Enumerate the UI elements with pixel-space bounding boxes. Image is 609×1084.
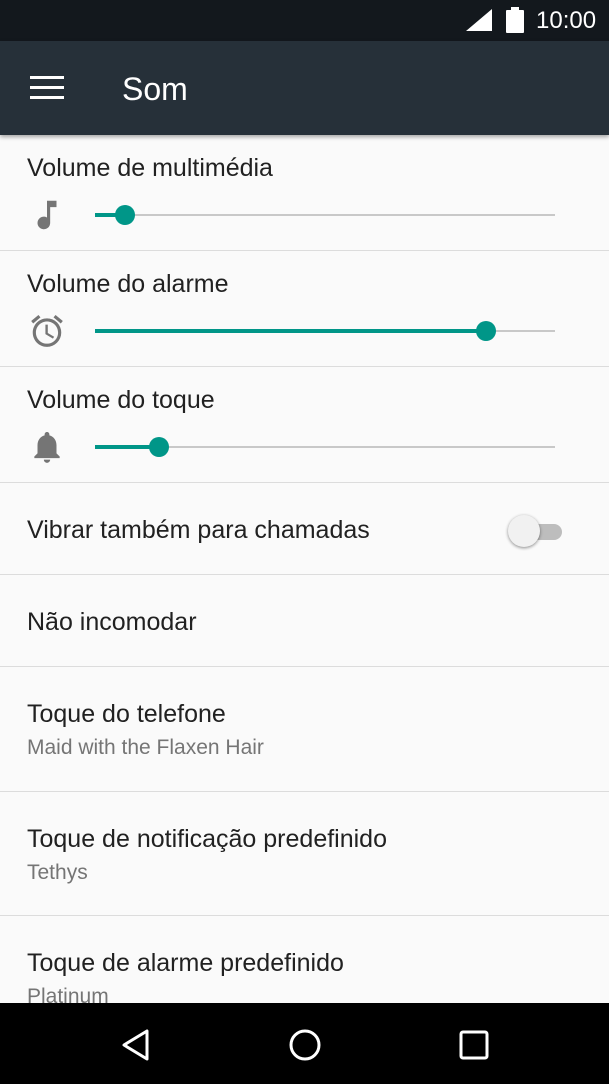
back-icon[interactable] xyxy=(114,1023,158,1067)
alarm-sound-row[interactable]: Toque de alarme predefinido Platinum xyxy=(0,916,609,1003)
notification-sound-value: Tethys xyxy=(27,861,88,884)
recents-icon[interactable] xyxy=(452,1023,496,1067)
slider-fill xyxy=(95,329,486,333)
settings-list: Volume de multimédia Volume do alarme Vo… xyxy=(0,135,609,1003)
vibrate-label: Vibrar também para chamadas xyxy=(27,516,370,544)
notification-sound-label: Toque de notificação predefinido xyxy=(27,825,387,853)
do-not-disturb-label: Não incomodar xyxy=(27,608,197,636)
status-bar: 10:00 xyxy=(0,0,609,41)
media-volume-slider[interactable] xyxy=(95,203,555,227)
signal-icon xyxy=(466,9,492,31)
alarm-volume-label: Volume do alarme xyxy=(27,270,229,298)
vibrate-toggle[interactable] xyxy=(508,513,566,549)
phone-ringtone-label: Toque do telefone xyxy=(27,700,226,728)
ring-volume-row: Volume do toque xyxy=(0,367,609,483)
alarm-sound-value: Platinum xyxy=(27,985,109,1003)
alarm-volume-row: Volume do alarme xyxy=(0,251,609,367)
home-icon[interactable] xyxy=(283,1023,327,1067)
hamburger-menu-icon[interactable] xyxy=(30,76,64,100)
phone-ringtone-value: Maid with the Flaxen Hair xyxy=(27,736,264,759)
ring-volume-label: Volume do toque xyxy=(27,386,215,414)
navigation-bar xyxy=(0,1003,609,1084)
media-volume-label: Volume de multimédia xyxy=(27,154,273,182)
ring-volume-slider[interactable] xyxy=(95,435,555,459)
slider-thumb[interactable] xyxy=(149,437,170,457)
slider-track xyxy=(95,214,555,216)
battery-icon xyxy=(506,7,524,33)
do-not-disturb-row[interactable]: Não incomodar xyxy=(0,575,609,667)
toggle-thumb xyxy=(508,515,540,547)
slider-thumb[interactable] xyxy=(114,205,135,225)
vibrate-row[interactable]: Vibrar também para chamadas xyxy=(0,483,609,575)
status-clock: 10:00 xyxy=(536,7,597,34)
page-title: Som xyxy=(122,71,188,107)
music-note-icon xyxy=(37,200,57,230)
bell-icon xyxy=(34,431,60,463)
media-volume-row: Volume de multimédia xyxy=(0,135,609,251)
notification-sound-row[interactable]: Toque de notificação predefinido Tethys xyxy=(0,792,609,916)
app-bar: Som xyxy=(0,41,609,135)
slider-thumb[interactable] xyxy=(476,321,496,341)
alarm-sound-label: Toque de alarme predefinido xyxy=(27,949,344,977)
phone-ringtone-row[interactable]: Toque do telefone Maid with the Flaxen H… xyxy=(0,667,609,792)
alarm-volume-slider[interactable] xyxy=(95,319,555,343)
alarm-clock-icon xyxy=(31,314,63,347)
